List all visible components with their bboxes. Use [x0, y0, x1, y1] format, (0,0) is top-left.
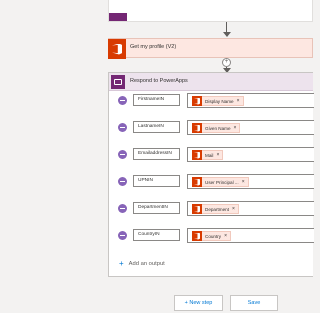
token-label: User Principal ...	[205, 179, 239, 185]
output-value-field[interactable]: Display Name ×	[187, 93, 314, 108]
output-row: FirstnameIN Display Name ×	[109, 93, 314, 109]
text-output-type-icon	[118, 123, 127, 132]
respond-to-powerapps-step[interactable]: Respond to PowerApps FirstnameIN Display…	[108, 72, 314, 277]
office365-icon	[192, 204, 202, 214]
insert-step-plus-icon[interactable]: +	[222, 58, 231, 67]
dynamic-content-token[interactable]: Display Name ×	[192, 96, 244, 106]
dynamic-content-token[interactable]: Given Name ×	[192, 123, 241, 133]
output-name-input[interactable]: FirstnameIN	[133, 94, 180, 106]
dynamic-content-token[interactable]: Country ×	[192, 231, 232, 241]
output-row: LastnameIN Given Name ×	[109, 120, 314, 136]
output-row: CountryIN Country ×	[109, 228, 314, 244]
step-title: Respond to PowerApps	[130, 78, 188, 84]
dynamic-content-token[interactable]: Department ×	[192, 204, 239, 214]
text-output-type-icon	[118, 177, 127, 186]
token-label: Display Name	[205, 98, 234, 104]
output-name-input[interactable]: CountryIN	[133, 229, 180, 241]
text-output-type-icon	[118, 150, 127, 159]
respond-step-header[interactable]: Respond to PowerApps	[109, 73, 313, 91]
output-name-input[interactable]: EmailaddressIN	[133, 148, 180, 160]
remove-token-icon[interactable]: ×	[234, 98, 240, 104]
add-output-label: Add an output	[128, 261, 165, 267]
output-row: EmailaddressIN Mail ×	[109, 147, 314, 163]
remove-token-icon[interactable]: ×	[213, 152, 219, 158]
previous-step-card[interactable]	[108, 0, 313, 22]
save-button[interactable]: Save	[230, 295, 278, 311]
output-value-field[interactable]: User Principal ... ×	[187, 174, 314, 189]
office365-icon	[192, 150, 202, 160]
remove-token-icon[interactable]: ×	[239, 179, 245, 185]
output-row: DepartmentIN Department ×	[109, 201, 314, 217]
text-output-type-icon	[118, 231, 127, 240]
office365-icon	[192, 177, 202, 187]
output-name-input[interactable]: LastnameIN	[133, 121, 180, 133]
remove-token-icon[interactable]: ×	[221, 233, 227, 239]
output-value-field[interactable]: Country ×	[187, 228, 314, 243]
office365-icon	[192, 123, 202, 133]
previous-step-accent	[109, 13, 127, 21]
output-name-input[interactable]: UPNIN	[133, 175, 180, 187]
dynamic-content-token[interactable]: User Principal ... ×	[192, 177, 249, 187]
text-output-type-icon	[118, 204, 127, 213]
output-value-field[interactable]: Department ×	[187, 201, 314, 216]
token-label: Mail	[205, 152, 214, 158]
add-output-button[interactable]: + Add an output	[119, 260, 165, 268]
office365-icon	[192, 96, 202, 106]
dynamic-content-token[interactable]: Mail ×	[192, 150, 224, 160]
output-value-field[interactable]: Given Name ×	[187, 120, 314, 135]
get-my-profile-step[interactable]: Get my profile (V2)	[108, 38, 313, 59]
token-label: Department	[205, 206, 230, 212]
powerapps-icon	[111, 75, 125, 89]
new-step-button[interactable]: + New step	[174, 295, 223, 311]
token-label: Country	[205, 233, 222, 239]
office365-icon	[192, 231, 202, 241]
connector-arrow-down-icon	[223, 22, 231, 38]
output-row: UPNIN User Principal ... ×	[109, 174, 314, 190]
step-title: Get my profile (V2)	[130, 44, 177, 50]
remove-token-icon[interactable]: ×	[231, 125, 237, 131]
output-value-field[interactable]: Mail ×	[187, 147, 314, 162]
token-label: Given Name	[205, 125, 231, 131]
output-name-input[interactable]: DepartmentIN	[133, 202, 180, 214]
remove-token-icon[interactable]: ×	[229, 206, 235, 212]
text-output-type-icon	[118, 96, 127, 105]
office365-icon	[108, 39, 126, 59]
